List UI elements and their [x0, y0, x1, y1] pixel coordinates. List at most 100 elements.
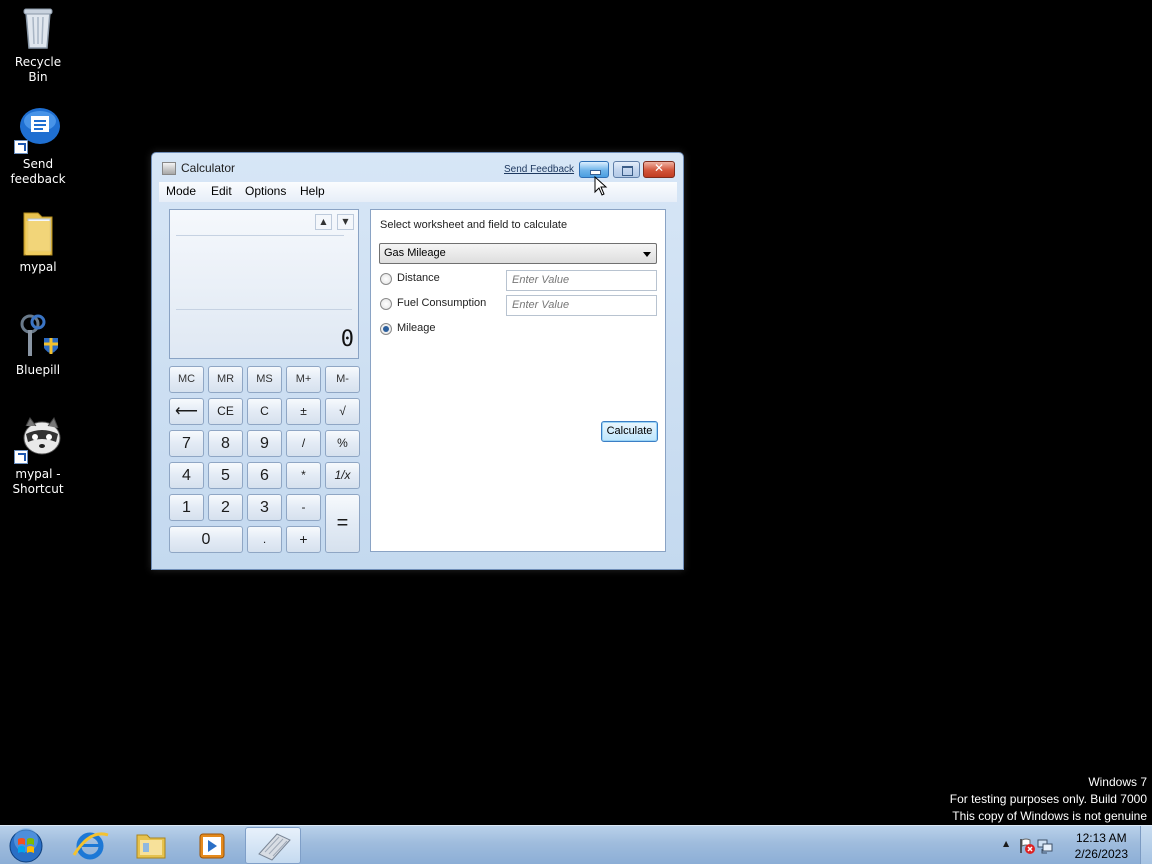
fuel-consumption-input[interactable]: Enter Value [506, 295, 657, 316]
key-multiply[interactable]: * [286, 462, 321, 489]
key-5[interactable]: 5 [208, 462, 243, 489]
chevron-down-icon [643, 252, 651, 257]
key-1[interactable]: 1 [169, 494, 204, 521]
menu-mode[interactable]: Mode [166, 184, 196, 198]
key-9[interactable]: 9 [247, 430, 282, 457]
radio-label-fuel-consumption: Fuel Consumption [397, 297, 487, 309]
history-divider [176, 235, 344, 236]
calculate-button[interactable]: Calculate [601, 421, 658, 442]
calculator-icon [258, 833, 291, 861]
key-reciprocal[interactable]: 1/x [325, 462, 360, 489]
key-m-plus[interactable]: M+ [286, 366, 321, 393]
taskbar-calculator[interactable] [245, 827, 301, 864]
recycle-bin-icon [14, 4, 62, 52]
desktop-icon-label: Send feedback [10, 157, 66, 186]
key-ce[interactable]: CE [208, 398, 243, 425]
key-decimal[interactable]: . [247, 526, 282, 553]
menu-options[interactable]: Options [245, 184, 286, 198]
key-add[interactable]: + [286, 526, 321, 553]
menu-help[interactable]: Help [300, 184, 325, 198]
key-divide[interactable]: / [286, 430, 321, 457]
taskbar: ▲ 12:13 AM 2/26/2023 [0, 825, 1152, 864]
calculator-window: Calculator Send Feedback ✕ Mode Edit Opt… [151, 152, 684, 570]
desktop-icon-recycle-bin[interactable]: Recycle Bin [4, 4, 72, 85]
folder-icon [136, 834, 166, 859]
mouse-cursor-icon [594, 176, 608, 196]
menu-edit[interactable]: Edit [211, 184, 232, 198]
internet-explorer-icon [72, 832, 109, 860]
key-equals[interactable]: = [325, 494, 360, 553]
taskbar-internet-explorer[interactable] [62, 827, 118, 864]
desktop-icon-label: mypal [19, 260, 57, 274]
key-2[interactable]: 2 [208, 494, 243, 521]
key-7[interactable]: 7 [169, 430, 204, 457]
shortcut-arrow-icon [14, 450, 28, 464]
display-divider [176, 309, 352, 310]
key-m-minus[interactable]: M- [325, 366, 360, 393]
calculator-display: ▲ ▼ 0 [169, 209, 359, 359]
calculator-app-icon [162, 162, 176, 175]
window-title: Calculator [181, 161, 236, 175]
raccoon-icon [14, 416, 62, 464]
radio-label-mileage: Mileage [397, 322, 436, 334]
key-4[interactable]: 4 [169, 462, 204, 489]
send-feedback-link[interactable]: Send Feedback [504, 164, 574, 175]
key-c[interactable]: C [247, 398, 282, 425]
desktop-icon-send-feedback[interactable]: Send feedback [4, 106, 72, 187]
key-sqrt[interactable]: √ [325, 398, 360, 425]
taskbar-explorer[interactable] [123, 827, 179, 864]
radio-mileage[interactable] [380, 323, 392, 335]
show-hidden-icons-button[interactable]: ▲ [1003, 839, 1009, 848]
media-player-icon [199, 833, 225, 859]
radio-distance[interactable] [380, 273, 392, 285]
watermark-line-3: This copy of Windows is not genuine [952, 809, 1147, 823]
key-plus-minus[interactable]: ± [286, 398, 321, 425]
distance-input[interactable]: Enter Value [506, 270, 657, 291]
key-ms[interactable]: MS [247, 366, 282, 393]
windows-logo-icon [9, 828, 43, 863]
taskbar-media-player[interactable] [184, 827, 240, 864]
watermark-line-1: Windows 7 [1088, 775, 1147, 789]
key-3[interactable]: 3 [247, 494, 282, 521]
watermark-line-2: For testing purposes only. Build 7000 [949, 792, 1147, 806]
key-backspace[interactable]: ⟵ [169, 398, 204, 425]
radio-label-distance: Distance [397, 272, 440, 284]
windows-watermark: Windows 7 For testing purposes only. Bui… [950, 774, 1147, 825]
display-value: 0 [340, 327, 354, 352]
taskbar-clock[interactable]: 12:13 AM 2/26/2023 [1075, 830, 1128, 862]
show-desktop-button[interactable] [1140, 826, 1152, 864]
feedback-icon [14, 106, 62, 154]
desktop-icon-label: Recycle Bin [14, 55, 62, 84]
maximize-button[interactable] [613, 161, 640, 178]
desktop-icon-bluepill[interactable]: Bluepill [4, 312, 72, 378]
key-subtract[interactable]: - [286, 494, 321, 521]
key-percent[interactable]: % [325, 430, 360, 457]
history-up-button[interactable]: ▲ [315, 214, 332, 230]
key-0[interactable]: 0 [169, 526, 243, 553]
action-center-flag-icon[interactable] [1018, 837, 1036, 855]
worksheet-prompt: Select worksheet and field to calculate [380, 219, 568, 231]
desktop-icon-label: Bluepill [15, 363, 61, 377]
clock-time: 12:13 AM [1075, 831, 1127, 845]
key-8[interactable]: 8 [208, 430, 243, 457]
shortcut-arrow-icon [14, 140, 28, 154]
network-icon[interactable] [1036, 837, 1054, 855]
folder-icon [14, 209, 62, 257]
desktop-icon-label: mypal - Shortcut [12, 467, 64, 496]
desktop-icon-mypal-shortcut[interactable]: mypal - Shortcut [4, 416, 72, 497]
key-6[interactable]: 6 [247, 462, 282, 489]
clock-date: 2/26/2023 [1074, 847, 1128, 861]
worksheet-panel: Select worksheet and field to calculate … [370, 209, 666, 552]
worksheet-dropdown-value: Gas Mileage [384, 247, 446, 259]
keys-shield-icon [14, 312, 62, 360]
desktop-icon-mypal[interactable]: mypal [4, 209, 72, 275]
history-down-button[interactable]: ▼ [337, 214, 354, 230]
key-mc[interactable]: MC [169, 366, 204, 393]
key-mr[interactable]: MR [208, 366, 243, 393]
close-icon: ✕ [653, 161, 665, 175]
worksheet-dropdown[interactable]: Gas Mileage [379, 243, 657, 264]
close-button[interactable]: ✕ [643, 161, 675, 178]
start-button[interactable] [4, 827, 48, 864]
radio-fuel-consumption[interactable] [380, 298, 392, 310]
system-tray: ▲ 12:13 AM 2/26/2023 [992, 826, 1152, 864]
